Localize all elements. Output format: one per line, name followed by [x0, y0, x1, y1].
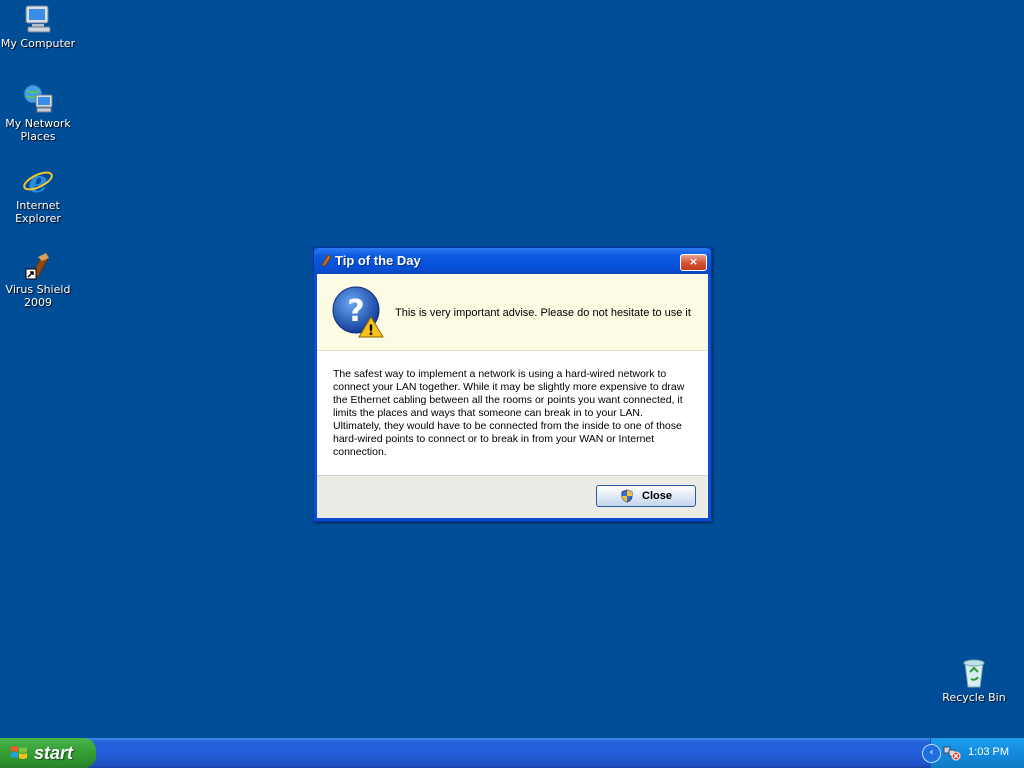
desktop-icon-recycle-bin[interactable]: Recycle Bin [936, 657, 1012, 704]
desktop-icon-label: My Network Places [5, 117, 71, 143]
internet-explorer-icon: e [22, 165, 54, 200]
virus-shield-icon [22, 249, 54, 281]
svg-text:!: ! [368, 323, 374, 339]
tip-of-the-day-dialog: Tip of the Day × ? ! This is very import… [313, 247, 712, 522]
network-places-icon [22, 83, 54, 115]
system-tray: ‹ 1:03 PM [922, 738, 1024, 768]
dialog-header-band: ? ! This is very important advise. Pleas… [317, 274, 708, 351]
dialog-titlebar[interactable]: Tip of the Day × [314, 248, 711, 274]
tip-body-text: The safest way to implement a network is… [333, 368, 685, 458]
desktop-icon-virus-shield-2009[interactable]: Virus Shield 2009 [0, 249, 76, 309]
virus-shield-icon [319, 253, 333, 267]
desktop-icon-label: My Computer [0, 37, 76, 50]
desktop-icon-label: Recycle Bin [942, 691, 1006, 704]
dialog-title: Tip of the Day [335, 253, 421, 268]
network-alert-icon[interactable] [943, 745, 961, 761]
windows-flag-icon [10, 744, 28, 762]
close-button[interactable]: Close [596, 485, 696, 507]
computer-icon [22, 3, 54, 35]
title-close-button[interactable]: × [680, 254, 707, 271]
recycle-bin-icon [958, 657, 990, 689]
shield-icon [620, 489, 634, 503]
close-button-label: Close [642, 490, 672, 502]
dialog-footer: Close [317, 475, 708, 518]
show-hidden-icons-button[interactable]: ‹ [922, 744, 941, 763]
svg-text:e: e [28, 165, 47, 197]
start-label: start [34, 742, 74, 763]
start-button[interactable]: start [0, 738, 96, 768]
dialog-header-text: This is very important advise. Please do… [395, 307, 691, 319]
desktop-icon-my-computer[interactable]: My Computer [0, 3, 76, 50]
desktop-icon-label: Internet Explorer [15, 199, 61, 225]
svg-text:?: ? [347, 294, 364, 329]
question-warning-icon: ? ! [331, 285, 387, 341]
desktop-icon-my-network-places[interactable]: My Network Places [0, 83, 76, 143]
desktop-icon-label: Virus Shield 2009 [5, 283, 71, 309]
taskbar: start ‹ 1:03 PM [0, 738, 1024, 768]
clock[interactable]: 1:03 PM [968, 746, 1009, 758]
dialog-content: ? ! This is very important advise. Pleas… [317, 274, 708, 518]
desktop-icon-internet-explorer[interactable]: e Internet Explorer [0, 165, 76, 225]
